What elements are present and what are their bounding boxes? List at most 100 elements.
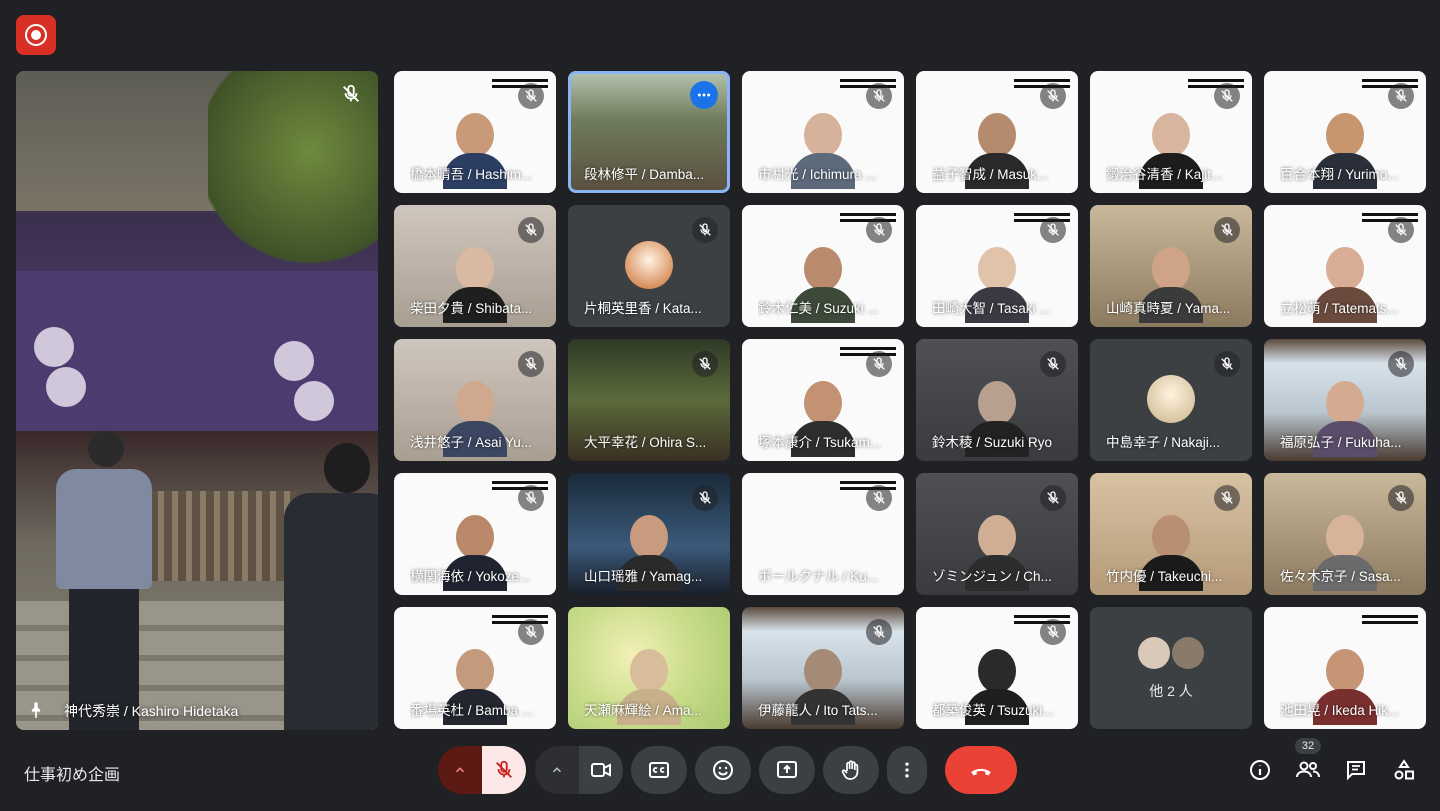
camera-toggle-button[interactable] [579,746,623,794]
chat-button[interactable] [1340,752,1372,788]
muted-indicator [1388,83,1414,109]
participant-name: 段林修平 / Damba... [584,167,705,182]
mic-off-icon [1221,223,1233,236]
present-screen-button[interactable] [759,746,815,794]
muted-indicator [866,217,892,243]
participant-name: 池田晃 / Ikeda Hik... [1280,703,1400,718]
participant-name: 橋本晴吾 / Hashim... [410,167,533,182]
participant-name: 田崎大智 / Tasaki ... [932,301,1051,316]
participant-name: 都築俊英 / Tsuzuki... [932,703,1054,718]
others-label: 他 2 人 [1149,683,1193,699]
muted-indicator [518,217,544,243]
participant-tile[interactable]: 横関海依 / Yokoze... [394,473,556,595]
participant-name: 市村光 / Ichimura ... [758,167,877,182]
muted-indicator [1214,351,1240,377]
participant-tile[interactable]: 田崎大智 / Tasaki ... [916,205,1078,327]
participant-name: 鍛治谷清香 / Kajit... [1106,167,1223,182]
participant-tile[interactable]: 鈴木仁美 / Suzuki ... [742,205,904,327]
participant-tile[interactable]: 鈴木稜 / Suzuki Ryo [916,339,1078,461]
muted-indicator [1040,83,1066,109]
participant-tile[interactable]: 段林修平 / Damba... [568,71,730,193]
participant-tile[interactable]: 片桐英里香 / Kata... [568,205,730,327]
participant-name: 佐々木京子 / Sasa... [1280,569,1401,584]
video-options-button[interactable] [535,746,579,794]
participant-name: 福原弘子 / Fukuha... [1280,435,1402,450]
participant-tile[interactable]: 大平幸花 / Ohira S... [568,339,730,461]
record-icon [25,24,47,46]
hang-up-icon [971,768,991,776]
mic-off-icon [699,223,711,236]
participant-tile[interactable]: 益子智成 / Masuk... [916,71,1078,193]
tile-options-button[interactable] [690,81,718,109]
participant-tile[interactable]: 番場英杜 / Bamba ... [394,607,556,729]
mic-off-icon [1395,223,1407,236]
pinned-video-tile[interactable] [16,71,378,730]
muted-indicator [1040,619,1066,645]
participant-tile[interactable]: 都築俊英 / Tsuzuki... [916,607,1078,729]
participant-tile[interactable]: 鍛治谷清香 / Kajit... [1090,71,1252,193]
people-button[interactable]: 32 [1292,738,1324,788]
mic-off-icon [496,760,512,778]
chevron-up-icon [455,767,465,773]
muted-indicator [518,83,544,109]
participant-name: 片桐英里香 / Kata... [584,301,702,316]
pinned-participant-name: 神代秀崇 / Kashiro Hidetaka [64,703,239,719]
muted-indicator [1214,83,1240,109]
muted-indicator [1040,351,1066,377]
audio-options-button[interactable] [438,746,482,794]
avatar [625,241,673,289]
participant-tile[interactable]: 福原弘子 / Fukuha... [1264,339,1426,461]
activities-button[interactable] [1388,752,1420,788]
info-icon [1250,760,1270,780]
participant-tile[interactable]: 佐々木京子 / Sasa... [1264,473,1426,595]
muted-indicator [1388,485,1414,511]
more-options-button[interactable] [887,746,927,794]
reactions-button[interactable] [695,746,751,794]
participant-tile[interactable]: 浅井悠子 / Asai Yu... [394,339,556,461]
pin-icon[interactable] [26,700,46,720]
participant-tile[interactable]: 塚本康介 / Tsukam... [742,339,904,461]
participant-tile[interactable]: 竹内優 / Takeuchi... [1090,473,1252,595]
mic-off-icon [1047,491,1059,504]
raise-hand-button[interactable] [823,746,879,794]
muted-indicator [1388,351,1414,377]
mic-toggle-button[interactable] [482,746,526,794]
participant-tile[interactable]: 柴田夕貴 / Shibata... [394,205,556,327]
participant-name: 百合本翔 / Yurimo... [1280,167,1399,182]
participant-tile[interactable]: 市村光 / Ichimura ... [742,71,904,193]
participant-tile[interactable]: 池田晃 / Ikeda Hik... [1264,607,1426,729]
participant-name: 立松萌 / Tatemats... [1280,301,1398,316]
mic-off-icon [873,491,885,504]
mic-off-icon [1221,491,1233,504]
participant-name: ポールクナル / Ku... [758,569,879,584]
mic-off-icon [1395,357,1407,370]
mic-off-icon [699,357,711,370]
mic-off-icon [525,491,537,504]
muted-indicator [692,485,718,511]
participant-tile[interactable]: 百合本翔 / Yurimo... [1264,71,1426,193]
participant-tile[interactable]: 橋本晴吾 / Hashim... [394,71,556,193]
participant-tile[interactable]: ゾミンジュン / Ch... [916,473,1078,595]
muted-indicator [1214,485,1240,511]
mic-off-icon [873,223,885,236]
mic-off-icon [1047,89,1059,102]
muted-indicator [1040,217,1066,243]
participant-tile[interactable]: 山崎真時夏 / Yama... [1090,205,1252,327]
participant-name: 横関海依 / Yokoze... [410,569,531,584]
meeting-details-button[interactable] [1244,752,1276,788]
captions-button[interactable] [631,746,687,794]
leave-call-button[interactable] [945,746,1017,794]
others-tile[interactable]: 他 2 人 [1090,607,1252,729]
participant-tile[interactable]: 立松萌 / Tatemats... [1264,205,1426,327]
participant-tile[interactable]: 天瀬麻輝絵 / Ama... [568,607,730,729]
participant-name: 天瀬麻輝絵 / Ama... [584,703,702,718]
participant-tile[interactable]: 山口瑶雅 / Yamag... [568,473,730,595]
people-icon [1296,761,1320,778]
mic-off-icon [525,357,537,370]
participant-tile[interactable]: 中島幸子 / Nakaji... [1090,339,1252,461]
meeting-title: 仕事初め企画 [24,767,121,784]
recording-indicator[interactable] [16,15,56,55]
participant-tile[interactable]: ポールクナル / Ku... [742,473,904,595]
participant-tile[interactable]: 伊藤龍人 / Ito Tats... [742,607,904,729]
participants-count-badge: 32 [1294,738,1322,754]
